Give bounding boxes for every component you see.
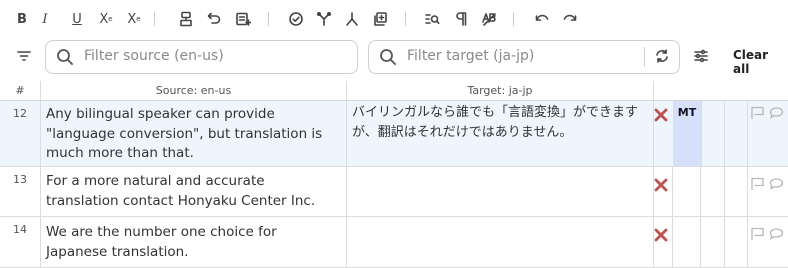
source-cell: For a more natural and accurate translat… bbox=[41, 167, 347, 216]
target-filter-input[interactable] bbox=[407, 41, 632, 71]
target-cell[interactable] bbox=[347, 217, 654, 267]
status-column bbox=[725, 101, 748, 166]
status-column bbox=[672, 217, 701, 267]
subscript-mark: e bbox=[108, 15, 113, 23]
unconfirmed-x-icon[interactable] bbox=[654, 177, 668, 192]
table-row[interactable]: 14 We are the number one choice for Japa… bbox=[0, 217, 788, 268]
merge-icon[interactable] bbox=[313, 8, 335, 30]
source-filter-input[interactable] bbox=[84, 41, 346, 71]
settings-sliders-icon[interactable] bbox=[690, 45, 712, 67]
toolbar-divider bbox=[154, 12, 155, 26]
undo-icon[interactable] bbox=[531, 8, 553, 30]
redo-icon[interactable] bbox=[559, 8, 581, 30]
bold-button[interactable]: B bbox=[11, 8, 33, 30]
target-filter-field bbox=[368, 40, 680, 74]
column-header-target: Target: ja-jp bbox=[347, 81, 654, 101]
insert-segment-icon[interactable] bbox=[232, 8, 254, 30]
status-column bbox=[701, 167, 725, 216]
column-header-number: # bbox=[0, 81, 41, 101]
status-column bbox=[725, 167, 748, 216]
column-header-source: Source: en-us bbox=[41, 81, 347, 101]
copy-source-icon[interactable] bbox=[369, 8, 391, 30]
status-column bbox=[701, 217, 725, 267]
find-replace-icon[interactable] bbox=[421, 8, 443, 30]
row-number: 12 bbox=[0, 101, 41, 166]
row-number: 13 bbox=[0, 167, 41, 216]
comment-icon[interactable] bbox=[769, 176, 784, 190]
status-column bbox=[672, 167, 701, 216]
source-cell: We are the number one choice for Japanes… bbox=[41, 217, 347, 267]
row-number: 14 bbox=[0, 217, 41, 267]
refresh-icon[interactable] bbox=[651, 45, 673, 67]
unconfirmed-x-icon[interactable] bbox=[654, 227, 668, 242]
source-cell: Any bilingual speaker can provide "langu… bbox=[41, 101, 347, 166]
search-icon bbox=[380, 49, 397, 66]
flag-icon[interactable] bbox=[750, 176, 765, 190]
table-row[interactable]: 12 Any bilingual speaker can provide "la… bbox=[0, 101, 788, 167]
status-column bbox=[725, 217, 748, 267]
italic-button[interactable]: I bbox=[34, 8, 56, 30]
table-row[interactable]: 13 For a more natural and accurate trans… bbox=[0, 167, 788, 217]
superscript-mark: e bbox=[136, 15, 141, 23]
filter-icon[interactable] bbox=[13, 45, 35, 67]
confirm-icon[interactable] bbox=[285, 8, 307, 30]
formatting-toolbar: B I U Xe Xe bbox=[0, 0, 788, 38]
toolbar-divider bbox=[513, 12, 514, 26]
status-column bbox=[701, 101, 725, 166]
spellcheck-icon[interactable] bbox=[478, 8, 500, 30]
field-divider bbox=[644, 47, 645, 67]
mt-badge: MT bbox=[673, 101, 701, 166]
flag-icon[interactable] bbox=[750, 105, 765, 119]
target-cell[interactable]: バイリンガルなら誰でも「言語変換」ができますが、翻訳はそれだけではありません。 bbox=[347, 101, 654, 166]
comment-icon[interactable] bbox=[769, 226, 784, 240]
split-icon[interactable] bbox=[341, 8, 363, 30]
underline-button[interactable]: U bbox=[66, 8, 88, 30]
clear-all-button[interactable]: Clear all bbox=[733, 48, 788, 76]
target-cell[interactable] bbox=[347, 167, 654, 216]
column-header-status bbox=[654, 81, 788, 101]
comment-icon[interactable] bbox=[769, 105, 784, 119]
superscript-label: X bbox=[127, 11, 137, 27]
filter-bar: Clear all bbox=[0, 38, 788, 80]
flag-icon[interactable] bbox=[750, 226, 765, 240]
subscript-button[interactable]: Xe bbox=[95, 8, 117, 30]
toolbar-divider bbox=[405, 12, 406, 26]
pilcrow-icon[interactable] bbox=[450, 8, 472, 30]
subscript-label: X bbox=[99, 11, 109, 27]
undo-format-icon[interactable] bbox=[203, 8, 225, 30]
toolbar-divider bbox=[268, 12, 269, 26]
unconfirmed-x-icon[interactable] bbox=[654, 107, 668, 122]
format-painter-icon[interactable] bbox=[175, 8, 197, 30]
superscript-button[interactable]: Xe bbox=[123, 8, 145, 30]
search-icon bbox=[57, 49, 74, 66]
source-filter-field bbox=[45, 40, 358, 74]
segment-grid: # Source: en-us Target: ja-jp 12 Any bil… bbox=[0, 81, 788, 268]
